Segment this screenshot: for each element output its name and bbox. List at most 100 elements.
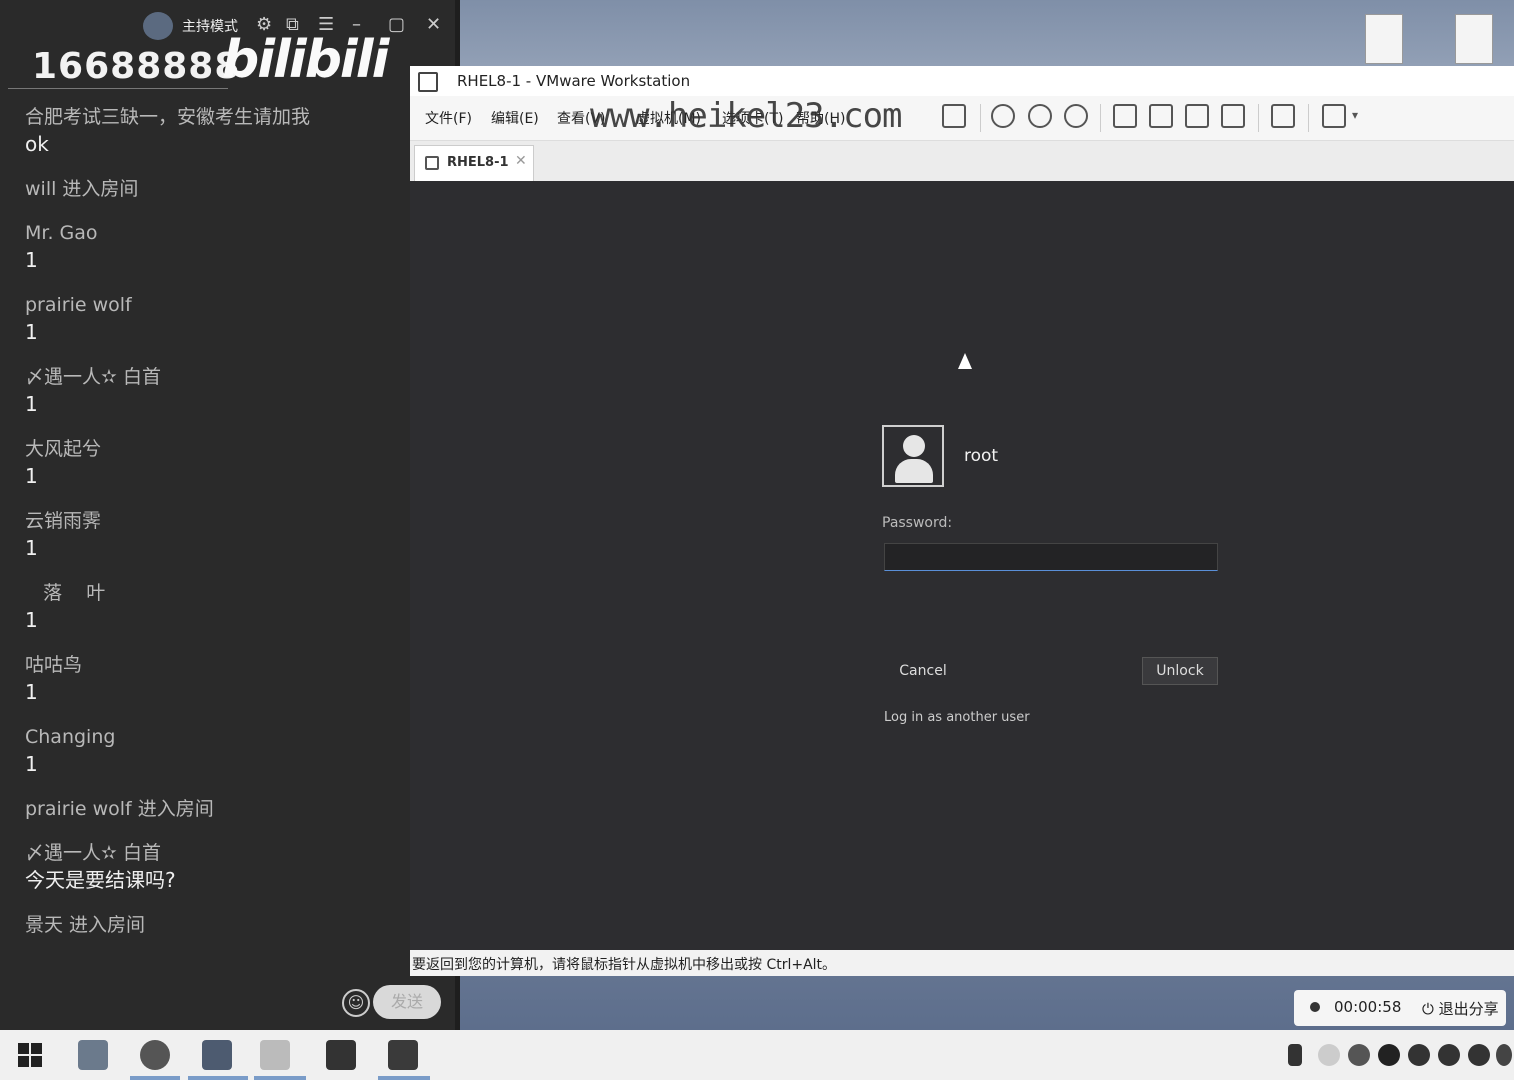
log-in-as-another-user-link[interactable]: Log in as another user xyxy=(884,710,1030,725)
unity-icon[interactable] xyxy=(1221,104,1245,128)
window-titlebar[interactable]: RHEL8-1 - VMware Workstation xyxy=(410,66,1514,96)
chat-text: ok xyxy=(25,132,49,156)
chat-message: 大风起兮 1 xyxy=(25,436,425,490)
toolbar-separator xyxy=(1308,104,1309,132)
chevron-down-icon[interactable]: ▾ xyxy=(1352,108,1358,122)
chat-message: 〆遇一人✫ 白首 1 xyxy=(25,364,425,418)
chat-sender: 咕咕鸟 xyxy=(25,654,83,676)
status-text: 要返回到您的计算机，请将鼠标指针从虚拟机中移出或按 Ctrl+Alt。 xyxy=(412,957,837,973)
chat-message: 合肥考试三缺一，安徽考生请加我 ok xyxy=(25,104,425,158)
chat-text: 1 xyxy=(25,680,38,704)
tray-app-icon[interactable] xyxy=(1318,1044,1340,1066)
chat-sender: 景天 进入房间 xyxy=(25,914,146,936)
host-avatar xyxy=(143,12,173,40)
share-timer: 00:00:58 xyxy=(1334,998,1402,1016)
chat-sender: 〆遇一人✫ 白首 xyxy=(25,366,161,388)
vm-display[interactable]: root Password: Cancel Unlock Log in as a… xyxy=(410,181,1514,950)
menu-toolbar: 文件(F) 编辑(E) 查看(V) 虚拟机(M) 选项卡(T) 帮助(H) ww… xyxy=(410,96,1514,141)
header-divider xyxy=(8,88,228,89)
tab-label: RHEL8-1 xyxy=(447,155,509,170)
password-label: Password: xyxy=(882,515,953,531)
active-app-indicator xyxy=(130,1076,180,1080)
tray-app-icon[interactable] xyxy=(1378,1044,1400,1066)
close-icon[interactable]: ✕ xyxy=(426,14,441,35)
active-app-indicator xyxy=(188,1076,248,1080)
cancel-button[interactable]: Cancel xyxy=(890,657,956,685)
send-ctrl-alt-del-icon[interactable] xyxy=(942,104,966,128)
chat-text: 1 xyxy=(25,392,38,416)
maximize-icon[interactable]: ▢ xyxy=(388,14,405,35)
vm-status-bar: 要返回到您的计算机，请将鼠标指针从虚拟机中移出或按 Ctrl+Alt。 xyxy=(410,950,1514,976)
desktop-file-icon[interactable] xyxy=(1455,14,1493,64)
menu-edit[interactable]: 编辑(E) xyxy=(491,108,539,128)
desktop-file-icon[interactable] xyxy=(1365,14,1403,64)
tray-app-icon[interactable] xyxy=(1348,1044,1370,1066)
bilibili-logo: bilibili xyxy=(222,30,389,90)
chat-header: 主持模式 ⚙ ⧉ ☰ – ▢ ✕ 16688888 bilibili xyxy=(0,0,455,95)
password-field[interactable] xyxy=(884,543,1218,571)
chat-message: prairie wolf 进入房间 xyxy=(25,796,425,822)
chat-sender: Changing xyxy=(25,726,116,748)
app-icon[interactable] xyxy=(260,1040,290,1070)
chat-text: 1 xyxy=(25,320,38,344)
chrome-icon[interactable] xyxy=(140,1040,170,1070)
revert-snapshot-icon[interactable] xyxy=(1028,104,1052,128)
start-icon[interactable] xyxy=(18,1043,42,1067)
chat-message: prairie wolf 1 xyxy=(25,292,425,346)
chat-message-list: 合肥考试三缺一，安徽考生请加我 ok will 进入房间 Mr. Gao 1 pra… xyxy=(25,104,425,956)
tray-app-icon[interactable] xyxy=(1468,1044,1490,1066)
chat-message: Changing 1 xyxy=(25,724,425,778)
app-icon[interactable] xyxy=(388,1040,418,1070)
watermark-text: www.heikel23.com xyxy=(590,96,903,136)
stretch-guest-icon[interactable] xyxy=(1322,104,1346,128)
active-app-indicator xyxy=(378,1076,430,1080)
avatar-head xyxy=(903,435,925,457)
mouse-cursor-icon xyxy=(958,353,972,369)
vm-tab-bar: RHEL8-1 ✕ xyxy=(410,141,1514,181)
library-view-icon[interactable] xyxy=(1113,104,1137,128)
chat-text: 1 xyxy=(25,752,38,776)
chat-message: will 进入房间 xyxy=(25,176,425,202)
username: root xyxy=(964,446,999,466)
toolbar-separator xyxy=(1100,104,1101,132)
chat-sender: prairie wolf xyxy=(25,294,132,316)
chat-input-bar: ☺ 发送 xyxy=(0,980,455,1030)
file-explorer-icon[interactable] xyxy=(78,1040,108,1070)
thumbnail-bar-icon[interactable] xyxy=(1149,104,1173,128)
taskbar xyxy=(0,1030,1514,1080)
snapshot-manager-icon[interactable] xyxy=(1064,104,1088,128)
toolbar-separator xyxy=(1258,104,1259,132)
vmware-taskbar-icon[interactable] xyxy=(202,1040,232,1070)
close-tab-icon[interactable]: ✕ xyxy=(515,153,527,169)
unlock-button[interactable]: Unlock xyxy=(1142,657,1218,685)
avatar-body xyxy=(895,459,933,483)
tray-app-icon[interactable] xyxy=(1496,1044,1512,1066)
exit-share-button[interactable]: ⏻ 退出分享 xyxy=(1422,998,1499,1019)
window-title: RHEL8-1 - VMware Workstation xyxy=(457,72,691,90)
chat-sender: Mr. Gao xyxy=(25,222,98,244)
vm-tab-icon xyxy=(425,156,439,170)
recording-icon xyxy=(1310,1002,1320,1012)
screen-share-widget: 00:00:58 ⏻ 退出分享 xyxy=(1294,990,1506,1026)
chat-message: Mr. Gao 1 xyxy=(25,220,425,274)
chat-sender: 合肥考试三缺一，安徽考生请加我 xyxy=(25,106,311,128)
app-icon[interactable] xyxy=(326,1040,356,1070)
chat-message: 落 叶 1 xyxy=(25,580,425,634)
menu-file[interactable]: 文件(F) xyxy=(425,108,472,128)
fullscreen-icon[interactable] xyxy=(1185,104,1209,128)
chat-text: 今天是要结课吗? xyxy=(25,868,176,892)
chat-sender: prairie wolf 进入房间 xyxy=(25,798,214,820)
microphone-icon[interactable] xyxy=(1288,1044,1302,1066)
tray-app-icon[interactable] xyxy=(1408,1044,1430,1066)
send-button[interactable]: 发送 xyxy=(373,985,441,1019)
snapshot-icon[interactable] xyxy=(991,104,1015,128)
chat-sender: 云销雨霁 xyxy=(25,510,102,532)
emoji-icon[interactable]: ☺ xyxy=(342,989,370,1017)
tray-app-icon[interactable] xyxy=(1438,1044,1460,1066)
chat-message: 景天 进入房间 xyxy=(25,912,425,938)
console-icon[interactable] xyxy=(1271,104,1295,128)
tab-rhel8-1[interactable]: RHEL8-1 ✕ xyxy=(414,145,534,181)
chat-sender: 大风起兮 xyxy=(25,438,102,460)
active-app-indicator xyxy=(254,1076,306,1080)
chat-text: 1 xyxy=(25,608,38,632)
